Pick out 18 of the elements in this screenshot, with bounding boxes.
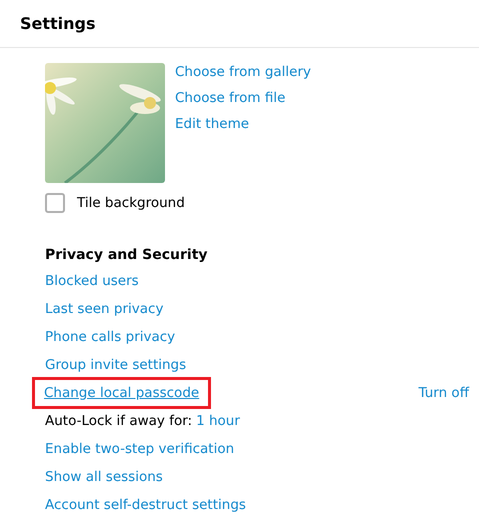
setting-label: Auto-Lock if away for: — [45, 413, 192, 429]
link[interactable]: Change local passcode — [44, 385, 200, 401]
link[interactable]: Choose from gallery — [175, 64, 312, 80]
link[interactable]: Last seen privacy — [45, 301, 164, 317]
section-title: Privacy and Security — [45, 247, 209, 263]
link[interactable]: 1 hour — [196, 413, 240, 429]
checkbox-label: Tile background — [77, 195, 185, 211]
checkbox[interactable] — [45, 193, 65, 213]
link[interactable]: Choose from file — [175, 90, 312, 106]
link[interactable]: Edit theme — [175, 116, 312, 132]
link[interactable]: Enable two-step verification — [45, 441, 234, 457]
link[interactable]: Account self-destruct settings — [45, 497, 246, 513]
link[interactable]: Phone calls privacy — [45, 329, 176, 345]
link[interactable]: Blocked users — [45, 273, 139, 289]
link[interactable]: Show all sessions — [45, 469, 163, 485]
link[interactable]: Turn off — [418, 385, 469, 401]
link[interactable]: Group invite settings — [45, 357, 186, 373]
page-title: Settings — [20, 14, 96, 33]
